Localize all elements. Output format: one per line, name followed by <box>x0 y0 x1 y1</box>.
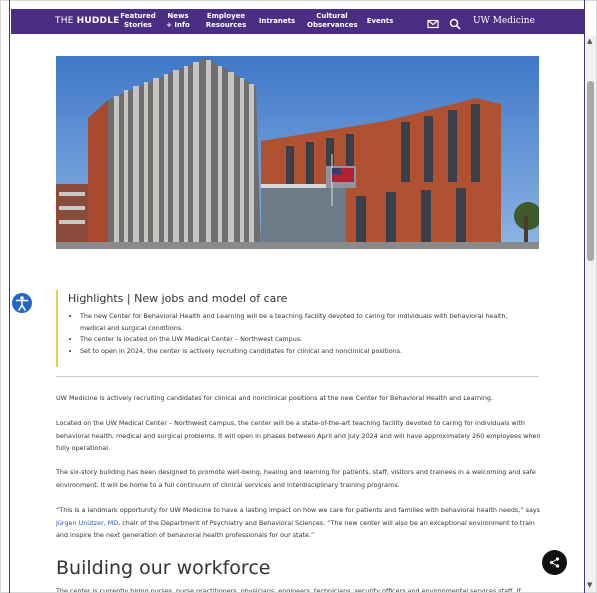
nav-item-news-info[interactable]: News + Info <box>164 12 192 30</box>
highlights-accent-bar <box>56 290 58 367</box>
highlights-list: The new Center for Behavioral Health and… <box>70 311 530 357</box>
divider <box>56 376 539 377</box>
article-paragraph: The center is currently hiring nurses, n… <box>56 587 521 593</box>
top-navigation-bar: THE HUDDLE Featured Stories News + Info Em… <box>11 9 585 34</box>
scroll-up-arrow-icon[interactable]: ▲ <box>587 37 592 45</box>
article-paragraph-quote: “This is a landmark opportunity for UW M… <box>56 506 540 540</box>
nav-item-featured-stories[interactable]: Featured Stories <box>119 12 157 30</box>
share-icon <box>549 557 560 568</box>
list-item: The center is located on the UW Medical … <box>80 334 530 346</box>
list-item: Set to open in 2024, the center is activ… <box>80 346 530 358</box>
mail-icon[interactable] <box>427 15 439 29</box>
right-border-line <box>584 0 585 593</box>
nav-item-intranets[interactable]: Intranets <box>257 17 297 26</box>
accessibility-icon <box>15 296 29 311</box>
section-heading: Building our workforce <box>56 557 271 579</box>
nav-item-events[interactable]: Events <box>365 17 395 26</box>
share-button[interactable] <box>542 550 567 575</box>
list-item: The new Center for Behavioral Health and… <box>80 311 530 334</box>
article-paragraph: Located on the UW Medical Center – North… <box>56 419 541 453</box>
browser-viewport: THE HUDDLE Featured Stories News + Info Em… <box>0 0 597 593</box>
scrollbar-thumb[interactable] <box>587 81 594 261</box>
scroll-down-arrow-icon[interactable]: ▼ <box>587 581 592 589</box>
article-paragraph: UW Medicine is actively recruiting candi… <box>56 394 493 402</box>
highlights-box: Highlights | New jobs and model of care … <box>56 285 539 367</box>
search-icon[interactable] <box>449 15 461 30</box>
hero-image <box>56 56 539 249</box>
nav-item-employee-resources[interactable]: Employee Resources <box>204 12 248 30</box>
site-brand-logo[interactable]: THE HUDDLE <box>55 16 120 26</box>
left-border-line <box>9 0 10 593</box>
highlights-title: Highlights | New jobs and model of care <box>68 292 288 305</box>
article-paragraph: The six-story building has been designed… <box>56 468 536 489</box>
author-link[interactable]: Jürgen Unützer, MD <box>56 519 118 527</box>
accessibility-button[interactable] <box>12 293 32 313</box>
nav-item-cultural-observances[interactable]: Cultural Observances <box>307 12 358 30</box>
uw-medicine-logo[interactable]: UW Medicine <box>473 16 535 26</box>
